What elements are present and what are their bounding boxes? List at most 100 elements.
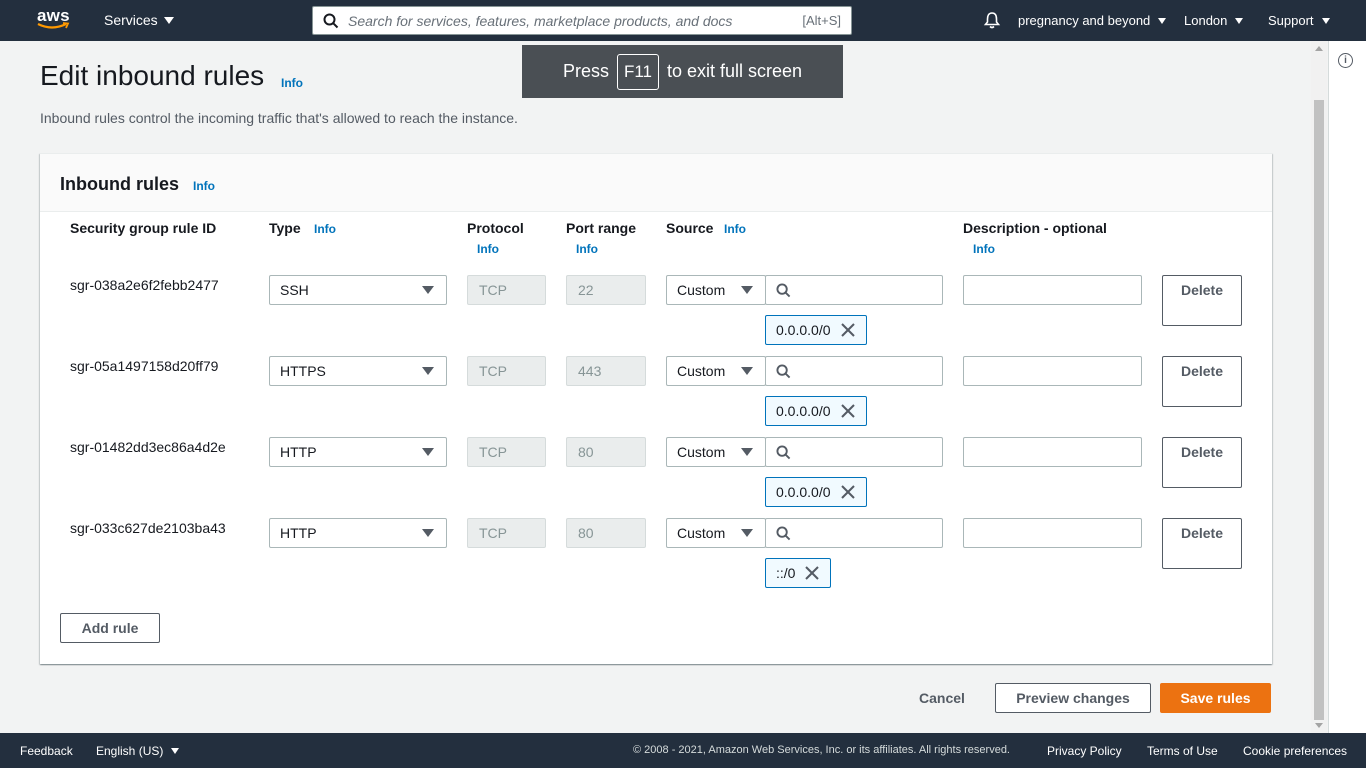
copyright-text: © 2008 - 2021, Amazon Web Services, Inc.… (633, 744, 1010, 756)
services-menu[interactable]: Services (104, 12, 174, 28)
type-value: HTTPS (280, 363, 326, 379)
column-header-port-range: Port range (566, 220, 637, 236)
description-info-link[interactable]: Info (973, 242, 995, 256)
source-type-value: Custom (677, 525, 726, 541)
type-value: HTTP (280, 525, 317, 541)
source-type-select[interactable]: Custom (666, 437, 766, 467)
source-token-value: 0.0.0.0/0 (776, 484, 831, 500)
type-select[interactable]: HTTP (269, 518, 447, 548)
search-input[interactable] (348, 12, 803, 29)
terms-of-use-link[interactable]: Terms of Use (1147, 744, 1218, 758)
protocol-field: TCP (467, 518, 546, 548)
scrollbar-thumb[interactable] (1314, 100, 1324, 720)
description-input[interactable] (963, 437, 1142, 467)
rule-id: sgr-033c627de2103ba43 (70, 520, 226, 536)
save-rules-button[interactable]: Save rules (1160, 683, 1271, 713)
privacy-policy-link[interactable]: Privacy Policy (1047, 744, 1122, 758)
source-type-value: Custom (677, 363, 726, 379)
type-info-link[interactable]: Info (314, 222, 336, 236)
source-type-select[interactable]: Custom (666, 356, 766, 386)
delete-rule-button[interactable]: Delete (1162, 275, 1242, 326)
remove-token-close-icon[interactable] (805, 566, 820, 580)
caret-down-icon (422, 448, 434, 456)
search-icon (776, 525, 791, 540)
account-menu[interactable]: pregnancy and beyond (1018, 13, 1167, 28)
inbound-rules-container: Inbound rules Info Security group rule I… (40, 153, 1272, 664)
scroll-down-arrow-icon[interactable] (1315, 723, 1323, 728)
add-rule-button[interactable]: Add rule (60, 613, 160, 643)
description-input[interactable] (963, 275, 1142, 305)
search-icon (776, 363, 791, 378)
cancel-button[interactable]: Cancel (919, 690, 965, 706)
remove-token-close-icon[interactable] (840, 404, 855, 418)
protocol-info-link[interactable]: Info (477, 242, 499, 256)
description-input[interactable] (963, 518, 1142, 548)
search-icon (776, 444, 791, 459)
delete-rule-button[interactable]: Delete (1162, 437, 1242, 488)
support-menu[interactable]: Support (1268, 13, 1330, 28)
source-type-select[interactable]: Custom (666, 275, 766, 305)
page-title-info-link[interactable]: Info (281, 76, 303, 90)
source-type-select[interactable]: Custom (666, 518, 766, 548)
port-range-field: 80 (566, 518, 646, 548)
description-input[interactable] (963, 356, 1142, 386)
caret-down-icon (1158, 17, 1167, 24)
delete-rule-button[interactable]: Delete (1162, 356, 1242, 407)
port-range-field: 443 (566, 356, 646, 386)
remove-token-close-icon[interactable] (840, 323, 855, 337)
caret-down-icon (422, 286, 434, 294)
language-selector[interactable]: English (US) (96, 744, 180, 758)
caret-down-icon (741, 367, 753, 375)
column-header-source: Source (666, 220, 714, 236)
caret-down-icon (422, 367, 434, 375)
source-type-value: Custom (677, 444, 726, 460)
source-token: 0.0.0.0/0 (765, 396, 867, 426)
aws-logo[interactable]: aws (37, 7, 71, 33)
page-title: Edit inbound rules (40, 60, 265, 91)
aws-smile-icon (37, 22, 70, 29)
preview-changes-button[interactable]: Preview changes (995, 683, 1151, 713)
source-search-input[interactable] (765, 275, 943, 305)
caret-down-icon (163, 16, 174, 24)
search-box[interactable]: [Alt+S] (312, 6, 852, 35)
source-search-input[interactable] (765, 437, 943, 467)
port-range-field: 22 (566, 275, 646, 305)
caret-down-icon (1235, 17, 1244, 24)
account-label: pregnancy and beyond (1018, 13, 1151, 28)
search-icon (323, 13, 339, 28)
type-value: HTTP (280, 444, 317, 460)
support-label: Support (1268, 13, 1314, 28)
container-header: Inbound rules Info (40, 154, 1272, 212)
port-range-info-link[interactable]: Info (576, 242, 598, 256)
services-label: Services (104, 12, 158, 28)
caret-down-icon (741, 286, 753, 294)
source-search-input[interactable] (765, 518, 943, 548)
region-label: London (1184, 13, 1228, 28)
scroll-up-arrow-icon[interactable] (1315, 46, 1323, 51)
toast-suffix: to exit full screen (667, 61, 803, 81)
region-menu[interactable]: London (1184, 13, 1244, 28)
type-select[interactable]: HTTPS (269, 356, 447, 386)
type-select[interactable]: HTTP (269, 437, 447, 467)
column-header-description: Description - optional (963, 220, 1107, 236)
source-search-input[interactable] (765, 356, 943, 386)
page-scrollbar[interactable] (1311, 41, 1327, 733)
language-label: English (US) (96, 744, 164, 758)
caret-down-icon (422, 529, 434, 537)
feedback-link[interactable]: Feedback (20, 744, 73, 758)
cookie-preferences-link[interactable]: Cookie preferences (1243, 744, 1347, 758)
delete-rule-button[interactable]: Delete (1162, 518, 1242, 569)
source-token: 0.0.0.0/0 (765, 315, 867, 345)
caret-down-icon (1321, 17, 1330, 24)
search-icon (776, 282, 791, 297)
remove-token-close-icon[interactable] (840, 485, 855, 499)
fullscreen-toast: Press F11 to exit full screen (522, 45, 843, 98)
notifications-bell-icon[interactable] (983, 11, 1001, 34)
source-token-value: 0.0.0.0/0 (776, 403, 831, 419)
type-select[interactable]: SSH (269, 275, 447, 305)
info-circle-icon[interactable]: i (1338, 53, 1353, 68)
source-info-link[interactable]: Info (724, 222, 746, 236)
source-token: ::/0 (765, 558, 831, 588)
container-info-link[interactable]: Info (193, 179, 215, 193)
protocol-field: TCP (467, 437, 546, 467)
